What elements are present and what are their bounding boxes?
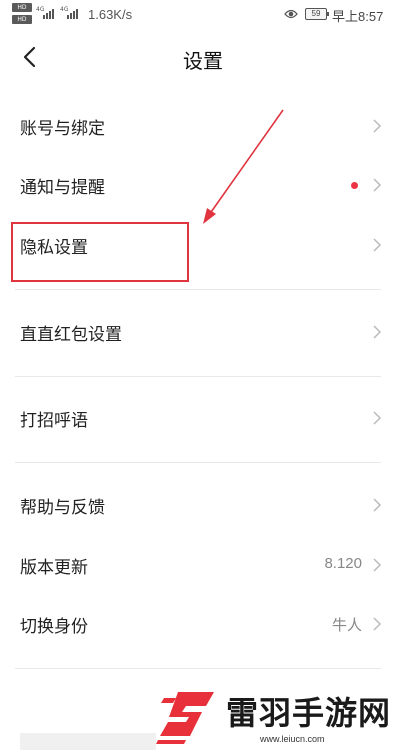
settings-item-label: 账号与绑定 (20, 119, 105, 139)
battery-icon: 59 (305, 8, 329, 20)
watermark: 雷羽手游网 www.leiucn.com (156, 686, 406, 750)
settings-item-account-binding[interactable]: 账号与绑定 (0, 98, 406, 156)
divider (15, 289, 381, 290)
settings-item-label: 通知与提醒 (20, 178, 105, 198)
chevron-right-icon (373, 178, 382, 192)
cell-signal-icon: 4G (60, 6, 82, 21)
hd-tags: HD HD (12, 3, 34, 27)
settings-item-label: 直直红包设置 (20, 325, 122, 345)
divider (15, 462, 381, 463)
settings-item-red-packet[interactable]: 直直红包设置 (0, 304, 406, 362)
hd-icon: HD (12, 15, 32, 24)
watermark-logo-icon (156, 692, 214, 744)
watermark-name: 雷羽手游网 (226, 694, 392, 732)
clock: 早上8:57 (332, 9, 384, 24)
settings-item-label: 切换身份 (20, 617, 88, 637)
highlight-box (11, 222, 189, 282)
settings-item-label: 帮助与反馈 (20, 498, 105, 518)
settings-item-notifications[interactable]: 通知与提醒 (0, 157, 406, 215)
settings-item-help-feedback[interactable]: 帮助与反馈 (0, 477, 406, 535)
battery-level: 59 (311, 9, 321, 18)
settings-item-label: 版本更新 (20, 558, 88, 578)
chevron-right-icon (373, 238, 382, 252)
watermark-url: www.leiucn.com (260, 734, 325, 744)
nav-bar: 设置 (0, 30, 406, 86)
chevron-right-icon (373, 558, 382, 572)
hd-icon: HD (12, 3, 32, 12)
cell-signal-icon: 4G (36, 6, 58, 21)
page-title: 设置 (183, 49, 223, 73)
settings-item-switch-identity[interactable]: 切换身份 牛人 (0, 596, 406, 654)
settings-item-greeting[interactable]: 打招呼语 (0, 390, 406, 448)
divider (15, 668, 381, 669)
chevron-right-icon (373, 119, 382, 133)
eye-icon (284, 9, 298, 19)
chevron-right-icon (373, 498, 382, 512)
settings-item-label: 打招呼语 (20, 411, 88, 431)
identity-value: 牛人 (331, 617, 362, 634)
network-speed: 1.63K/s (88, 7, 133, 22)
chevron-right-icon (373, 411, 382, 425)
settings-item-version-update[interactable]: 版本更新 8.120 (0, 537, 406, 595)
version-value: 8.120 (324, 555, 362, 572)
chevron-right-icon (373, 617, 382, 631)
status-bar: HD HD 4G 4G 1.63K/s 59 早上8:57 (0, 0, 406, 30)
bottom-button-partial[interactable] (20, 733, 156, 750)
notification-dot (351, 182, 358, 189)
divider (15, 376, 381, 377)
chevron-right-icon (373, 325, 382, 339)
